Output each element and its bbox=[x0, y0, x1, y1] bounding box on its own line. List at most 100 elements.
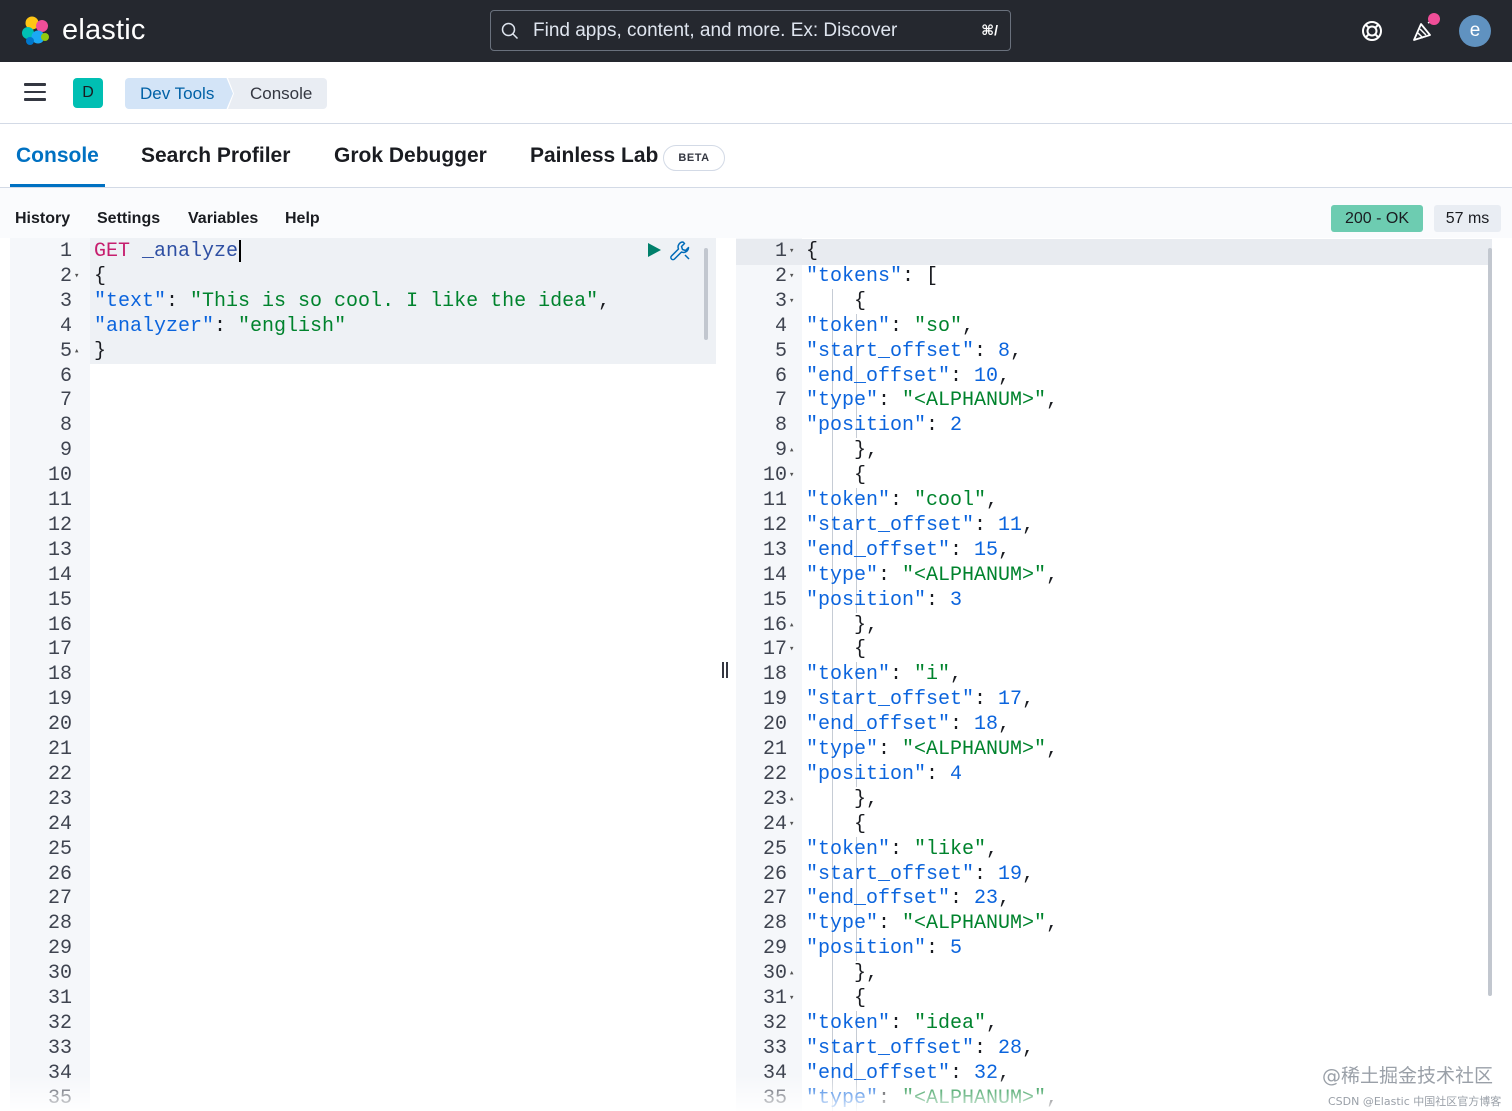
code-text: GET _analyze bbox=[94, 239, 242, 264]
code-text: "token": "idea", bbox=[806, 1011, 999, 1035]
line-number: 33 bbox=[762, 1036, 787, 1060]
code-line: 24 ▾ { bbox=[736, 811, 1500, 837]
active-tab-indicator bbox=[10, 184, 105, 187]
search-input[interactable] bbox=[533, 11, 953, 50]
code-line: 25 bbox=[10, 837, 716, 862]
history-button[interactable]: History bbox=[15, 210, 70, 228]
fold-toggle-icon[interactable]: ▾ bbox=[789, 463, 794, 488]
fold-toggle-icon[interactable]: ▴ bbox=[789, 787, 794, 812]
variables-button[interactable]: Variables bbox=[188, 210, 258, 228]
code-text: } bbox=[94, 339, 107, 363]
line-number: 18 bbox=[47, 663, 72, 687]
code-text: "position": 5 bbox=[806, 937, 963, 961]
code-text: }, bbox=[806, 962, 879, 986]
line-number: 21 bbox=[47, 738, 72, 761]
code-text: "end_offset": 23, bbox=[806, 887, 1011, 911]
code-line: 1 ▾ { bbox=[736, 239, 1500, 264]
code-line: 3 "text": "This is so cool. I like the id… bbox=[10, 289, 716, 314]
breadcrumb-dev-tools[interactable]: Dev Tools bbox=[125, 78, 233, 109]
line-number: 9 bbox=[774, 439, 787, 463]
fold-toggle-icon[interactable]: ▾ bbox=[789, 289, 794, 314]
line-number: 2 bbox=[59, 264, 72, 288]
search-shortcut: ⌘/ bbox=[981, 22, 998, 38]
fold-toggle-icon[interactable]: ▾ bbox=[789, 986, 794, 1011]
code-line: 2 ▾ { bbox=[10, 264, 716, 289]
code-line: 6 bbox=[10, 364, 716, 389]
request-editor[interactable]: 1 GET _analyze 2 ▾ {3 "text": "This is so coo… bbox=[10, 238, 716, 1111]
fold-toggle-icon[interactable]: ▾ bbox=[789, 239, 794, 264]
fold-toggle-icon[interactable]: ▴ bbox=[789, 961, 794, 986]
space-avatar[interactable]: D bbox=[73, 78, 103, 108]
tab-search-profiler[interactable]: Search Profiler bbox=[141, 144, 290, 168]
line-number: 3 bbox=[59, 289, 72, 313]
code-line: 35 bbox=[10, 1086, 716, 1111]
line-number: 15 bbox=[47, 588, 72, 612]
line-number: 19 bbox=[762, 688, 787, 712]
tab-console[interactable]: Console bbox=[16, 144, 99, 168]
code-line: 8 bbox=[10, 413, 716, 438]
panel-resize-handle[interactable] bbox=[720, 662, 730, 678]
line-number: 28 bbox=[47, 912, 72, 936]
line-number: 5 bbox=[59, 339, 72, 363]
response-viewer[interactable]: 1 ▾{2 ▾ "tokens": [3 ▾ {4 "token": "so", 5 "sta… bbox=[736, 238, 1500, 1111]
code-text: { bbox=[806, 638, 867, 662]
line-number: 4 bbox=[774, 314, 787, 338]
code-text: { bbox=[806, 812, 867, 836]
help-button[interactable]: Help bbox=[285, 210, 320, 228]
code-text: }, bbox=[806, 439, 879, 463]
code-text: "start_offset": 17, bbox=[806, 688, 1035, 712]
line-number: 10 bbox=[762, 464, 787, 488]
help-icon[interactable] bbox=[1358, 14, 1388, 46]
line-number: 8 bbox=[774, 414, 787, 438]
line-number: 10 bbox=[47, 464, 72, 488]
line-number: 12 bbox=[762, 513, 787, 537]
code-line: 28 bbox=[10, 911, 716, 936]
code-line: 21 bbox=[10, 737, 716, 762]
menu-toggle-icon[interactable] bbox=[24, 83, 48, 103]
settings-button[interactable]: Settings bbox=[97, 210, 160, 228]
code-text: { bbox=[806, 464, 867, 488]
code-text: "analyzer": "english" bbox=[94, 314, 347, 338]
line-number: 29 bbox=[762, 937, 787, 961]
line-number: 22 bbox=[762, 762, 787, 786]
code-text: "start_offset": 19, bbox=[806, 862, 1035, 886]
code-line: 27 bbox=[10, 886, 716, 911]
code-text: { bbox=[94, 264, 107, 288]
code-line: 25 "token": "like", bbox=[736, 836, 1500, 862]
code-line: 19 bbox=[10, 687, 716, 712]
line-number: 20 bbox=[47, 713, 72, 737]
request-time-badge: 57 ms bbox=[1434, 205, 1501, 232]
code-line: 34 bbox=[10, 1061, 716, 1086]
code-line: 4 "token": "so", bbox=[736, 313, 1500, 339]
code-text: "token": "i", bbox=[806, 663, 963, 687]
global-search[interactable]: ⌘/ bbox=[490, 10, 1011, 51]
user-avatar[interactable]: e bbox=[1459, 15, 1491, 47]
line-number: 26 bbox=[762, 862, 787, 886]
fold-toggle-icon[interactable]: ▴ bbox=[789, 438, 794, 463]
line-number: 3 bbox=[774, 289, 787, 313]
code-text: }, bbox=[806, 787, 879, 811]
code-line: 14 "type": "<ALPHANUM>", bbox=[736, 562, 1500, 588]
fold-toggle-icon[interactable]: ▾ bbox=[789, 264, 794, 289]
code-line: 18 "token": "i", bbox=[736, 662, 1500, 688]
code-line: 31 bbox=[10, 986, 716, 1011]
code-line: 12 bbox=[10, 513, 716, 538]
elastic-logo[interactable]: elastic bbox=[20, 14, 146, 47]
fold-toggle-icon[interactable]: ▾ bbox=[789, 637, 794, 662]
line-number: 22 bbox=[47, 762, 72, 786]
fold-toggle-icon[interactable]: ▾ bbox=[789, 812, 794, 837]
code-line: 14 bbox=[10, 563, 716, 588]
line-number: 26 bbox=[47, 862, 72, 886]
line-number: 13 bbox=[762, 538, 787, 562]
line-number: 20 bbox=[762, 713, 787, 737]
line-number: 31 bbox=[47, 987, 72, 1010]
line-number: 25 bbox=[762, 837, 787, 861]
fold-toggle-icon[interactable]: ▾ bbox=[74, 264, 79, 289]
tab-painless-lab[interactable]: Painless Lab bbox=[530, 144, 658, 168]
code-line: 3 ▾ { bbox=[736, 288, 1500, 314]
code-line: 5 ▴} bbox=[10, 339, 716, 364]
fold-toggle-icon[interactable]: ▴ bbox=[789, 613, 794, 638]
code-line: 18 bbox=[10, 662, 716, 687]
fold-toggle-icon[interactable]: ▴ bbox=[74, 339, 79, 364]
tab-grok-debugger[interactable]: Grok Debugger bbox=[334, 144, 487, 168]
